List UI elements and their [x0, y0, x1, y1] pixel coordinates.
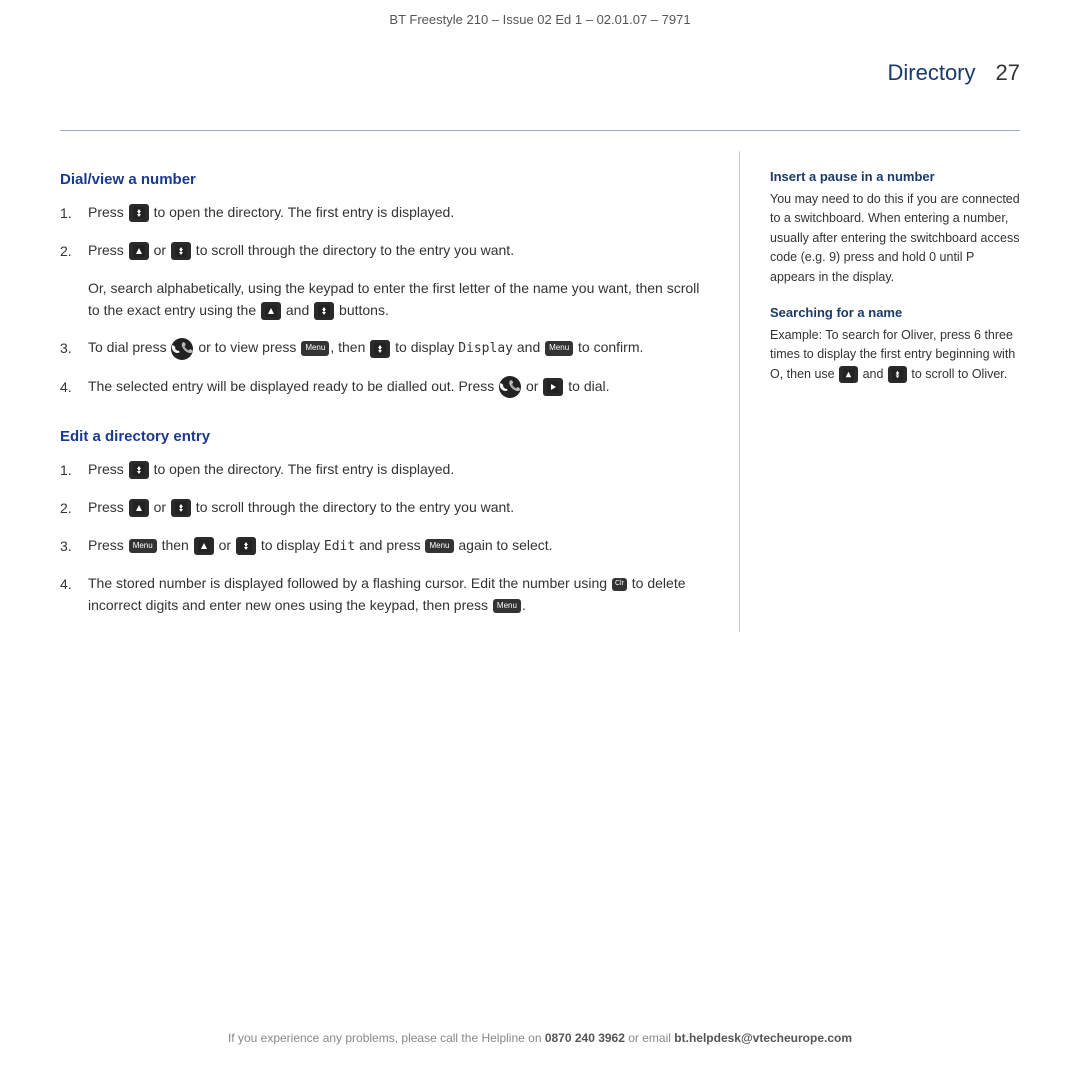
- list-item: 1. Press to open the directory. The firs…: [60, 202, 709, 224]
- list-item: 4. The selected entry will be displayed …: [60, 376, 709, 398]
- edit-list-item: 4. The stored number is displayed follow…: [60, 573, 709, 616]
- list-item: 2. Press or: [60, 240, 709, 262]
- footer: If you experience any problems, please c…: [0, 1031, 1080, 1045]
- footer-email: bt.helpdesk@vtecheurope.com: [674, 1031, 852, 1045]
- up-btn-sidebar: [839, 366, 858, 383]
- dir-btn-e3: [236, 537, 256, 555]
- up-btn-e2: [129, 499, 149, 517]
- footer-phone: 0870 240 3962: [545, 1031, 625, 1045]
- page-header: BT Freestyle 210 – Issue 02 Ed 1 – 02.01…: [0, 0, 1080, 35]
- sidebar-text-1: You may need to do this if you are conne…: [770, 190, 1020, 287]
- dir-btn-inline: [314, 302, 334, 320]
- left-column: Dial/view a number 1. Press to open: [60, 151, 740, 632]
- page-number: 27: [996, 60, 1020, 86]
- edit-list-item: 2. Press or: [60, 497, 709, 519]
- dial-view-list: 1. Press to open the directory. The firs…: [60, 202, 709, 262]
- sidebar-title-2: Searching for a name: [770, 305, 1020, 320]
- section2-title: Edit a directory entry: [60, 428, 709, 445]
- clr-button-e4: Clr: [612, 578, 627, 591]
- dial-view-list-continued: 3. To dial press or to view press Menu, …: [60, 337, 709, 398]
- dir-btn-3: [370, 340, 390, 358]
- menu-btn-e3b: Menu: [425, 539, 453, 553]
- divider: [60, 130, 1020, 131]
- sidebar-text-2: Example: To search for Oliver, press 6 t…: [770, 326, 1020, 384]
- section1-title: Dial/view a number: [60, 171, 709, 188]
- extra-para: Or, search alphabetically, using the key…: [88, 278, 709, 321]
- dir-button-icon: [129, 204, 149, 222]
- up-btn-inline: [261, 302, 281, 320]
- edit-list-item: 1. Press to open the directory. The firs…: [60, 459, 709, 481]
- phone-button-4: [499, 376, 521, 398]
- phone-button: [171, 338, 193, 360]
- play-button-4: [543, 378, 563, 396]
- menu-button-3: Menu: [301, 341, 329, 355]
- sidebar-title-1: Insert a pause in a number: [770, 169, 1020, 184]
- directory-label: Directory: [888, 60, 976, 86]
- up-button-icon: [129, 242, 149, 260]
- menu-btn-e4: Menu: [493, 599, 521, 613]
- right-column: Insert a pause in a number You may need …: [740, 151, 1020, 632]
- footer-text-before: If you experience any problems, please c…: [228, 1031, 545, 1045]
- header-title: BT Freestyle 210 – Issue 02 Ed 1 – 02.01…: [389, 12, 690, 27]
- main-content: Dial/view a number 1. Press to open: [0, 151, 1080, 632]
- menu-button-3b: Menu: [545, 341, 573, 355]
- edit-list: 1. Press to open the directory. The firs…: [60, 459, 709, 617]
- up-btn-e3: [194, 537, 214, 555]
- dir-btn-sidebar: [888, 366, 907, 383]
- dir-button-icon2: [171, 242, 191, 260]
- dir-btn-e2: [171, 499, 191, 517]
- list-item: 3. To dial press or to view press Menu, …: [60, 337, 709, 359]
- footer-text-mid: or email: [625, 1031, 674, 1045]
- dir-btn-e1: [129, 461, 149, 479]
- edit-list-item: 3. Press Menu then or: [60, 535, 709, 557]
- top-right-area: Directory 27: [888, 60, 1021, 86]
- menu-btn-e3: Menu: [129, 539, 157, 553]
